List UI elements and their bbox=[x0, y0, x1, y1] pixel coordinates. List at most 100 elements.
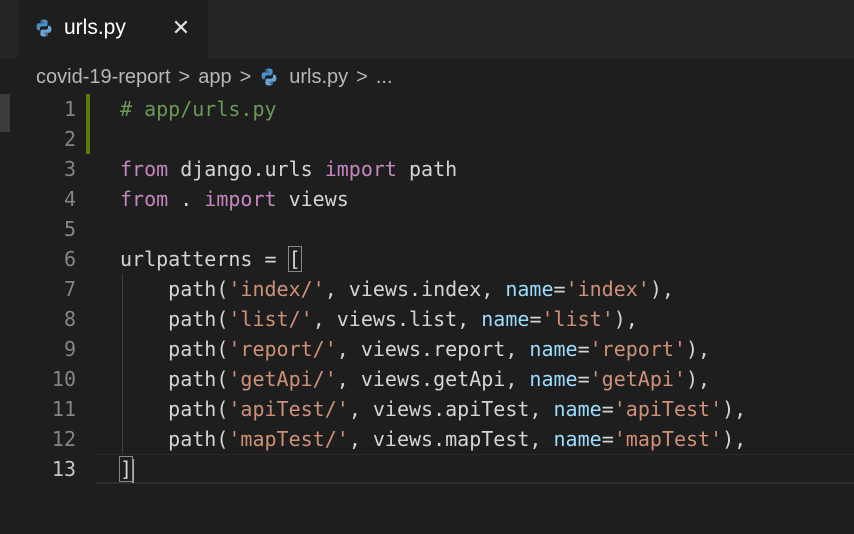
code-line: 1 # app/urls.py bbox=[0, 94, 854, 124]
identifier-token: urlpatterns = bbox=[120, 247, 289, 271]
comment-token: # app/urls.py bbox=[120, 97, 277, 121]
text-cursor bbox=[132, 458, 135, 483]
string-token: 'list/' bbox=[228, 307, 313, 331]
breadcrumb: covid-19-report > app > urls.py > ... bbox=[36, 64, 393, 90]
string-token: 'index/' bbox=[228, 277, 325, 301]
line-number: 6 bbox=[63, 247, 76, 271]
keyword-token: from bbox=[120, 157, 169, 181]
line-number: 13 bbox=[51, 457, 76, 481]
function-token: path( bbox=[168, 307, 229, 331]
code-line: 4 from . import views bbox=[0, 184, 854, 214]
matched-bracket: [ bbox=[287, 246, 302, 272]
identifier-token: , views.getApi, bbox=[336, 367, 530, 391]
line-number: 5 bbox=[63, 217, 76, 241]
operator-token: = bbox=[529, 307, 542, 331]
parameter-token: name bbox=[529, 367, 578, 391]
string-token: 'report/' bbox=[228, 337, 337, 361]
code-editor[interactable]: 1 # app/urls.py 2 3 from django.urls imp… bbox=[0, 94, 854, 534]
code-line: 9 path('report/', views.report, name='re… bbox=[0, 334, 854, 364]
punctuation-token: ), bbox=[722, 427, 747, 451]
identifier-token: path bbox=[396, 157, 458, 181]
string-token: 'apiTest' bbox=[613, 397, 723, 421]
line-number: 10 bbox=[51, 367, 76, 391]
code-text[interactable]: urlpatterns = [ bbox=[120, 244, 302, 274]
operator-token: = bbox=[577, 367, 590, 391]
identifier-token: views bbox=[276, 187, 349, 211]
function-token: path( bbox=[168, 427, 229, 451]
string-token: 'list' bbox=[541, 307, 614, 331]
code-text[interactable]: path('getApi/', views.getApi, name='getA… bbox=[120, 364, 710, 394]
line-number: 7 bbox=[63, 277, 76, 301]
tab-bar: urls.py ✕ bbox=[0, 0, 854, 58]
string-token: 'getApi/' bbox=[228, 367, 337, 391]
operator-token: = bbox=[553, 277, 566, 301]
code-text[interactable]: from django.urls import path bbox=[120, 154, 457, 184]
identifier-token: , views.apiTest, bbox=[348, 397, 554, 421]
parameter-token: name bbox=[505, 277, 554, 301]
identifier-token: , views.index, bbox=[324, 277, 506, 301]
breadcrumb-item-folder[interactable]: covid-19-report bbox=[36, 64, 171, 90]
code-text[interactable]: path('mapTest/', views.mapTest, name='ma… bbox=[120, 424, 746, 454]
code-text[interactable]: path('apiTest/', views.apiTest, name='ap… bbox=[120, 394, 746, 424]
punctuation-token: ), bbox=[649, 277, 674, 301]
close-icon[interactable]: ✕ bbox=[170, 17, 192, 39]
code-text[interactable]: from . import views bbox=[120, 184, 349, 214]
tab-urls-py[interactable]: urls.py ✕ bbox=[18, 0, 208, 58]
keyword-token: import bbox=[204, 187, 277, 211]
code-line: 8 path('list/', views.list, name='list')… bbox=[0, 304, 854, 334]
parameter-token: name bbox=[481, 307, 530, 331]
operator-token: = bbox=[577, 337, 590, 361]
punctuation-token: ), bbox=[613, 307, 638, 331]
punctuation-token: ), bbox=[685, 337, 711, 361]
string-token: 'mapTest/' bbox=[228, 427, 349, 451]
line-number: 2 bbox=[63, 127, 76, 151]
module-token: . bbox=[168, 187, 205, 211]
punctuation-token: ), bbox=[722, 397, 747, 421]
function-token: path( bbox=[168, 367, 229, 391]
tab-label: urls.py bbox=[64, 16, 126, 39]
identifier-token: , views.report, bbox=[336, 337, 530, 361]
code-text[interactable]: path('list/', views.list, name='list'), bbox=[120, 304, 638, 334]
editor-window: urls.py ✕ covid-19-report > app > urls.p… bbox=[0, 0, 854, 534]
code-line: 7 path('index/', views.index, name='inde… bbox=[0, 274, 854, 304]
code-line: 5 bbox=[0, 214, 854, 244]
code-line: 13 ] bbox=[0, 454, 854, 484]
line-number: 12 bbox=[51, 427, 76, 451]
string-token: 'index' bbox=[565, 277, 650, 301]
code-line: 3 from django.urls import path bbox=[0, 154, 854, 184]
breadcrumb-item-file[interactable]: urls.py bbox=[289, 64, 348, 90]
line-number: 8 bbox=[63, 307, 76, 331]
function-token: path( bbox=[168, 397, 229, 421]
line-number: 11 bbox=[51, 397, 76, 421]
operator-token: = bbox=[601, 397, 614, 421]
code-text[interactable]: ] bbox=[118, 454, 135, 484]
module-token: django.urls bbox=[168, 157, 325, 181]
line-number: 1 bbox=[63, 97, 76, 121]
code-line: 10 path('getApi/', views.getApi, name='g… bbox=[0, 364, 854, 394]
operator-token: = bbox=[601, 427, 614, 451]
line-number: 3 bbox=[63, 157, 76, 181]
code-line: 2 bbox=[0, 124, 854, 154]
string-token: 'report' bbox=[589, 337, 686, 361]
string-token: 'getApi' bbox=[589, 367, 686, 391]
string-token: 'apiTest/' bbox=[228, 397, 349, 421]
parameter-token: name bbox=[529, 337, 578, 361]
breadcrumb-item-subfolder[interactable]: app bbox=[198, 64, 231, 90]
chevron-right-icon: > bbox=[178, 66, 191, 88]
code-line: 6 urlpatterns = [ bbox=[0, 244, 854, 274]
identifier-token: , views.list, bbox=[312, 307, 482, 331]
python-file-icon bbox=[261, 68, 277, 86]
breadcrumb-item-symbol[interactable]: ... bbox=[376, 64, 393, 90]
chevron-right-icon: > bbox=[239, 66, 252, 88]
code-line: 11 path('apiTest/', views.apiTest, name=… bbox=[0, 394, 854, 424]
code-line: 12 path('mapTest/', views.mapTest, name=… bbox=[0, 424, 854, 454]
punctuation-token: ), bbox=[685, 367, 711, 391]
keyword-token: import bbox=[324, 157, 397, 181]
parameter-token: name bbox=[553, 397, 602, 421]
code-text[interactable]: path('index/', views.index, name='index'… bbox=[120, 274, 674, 304]
code-text[interactable]: # app/urls.py bbox=[120, 94, 277, 124]
function-token: path( bbox=[168, 277, 229, 301]
line-number: 9 bbox=[63, 337, 76, 361]
function-token: path( bbox=[168, 337, 229, 361]
code-text[interactable]: path('report/', views.report, name='repo… bbox=[120, 334, 710, 364]
